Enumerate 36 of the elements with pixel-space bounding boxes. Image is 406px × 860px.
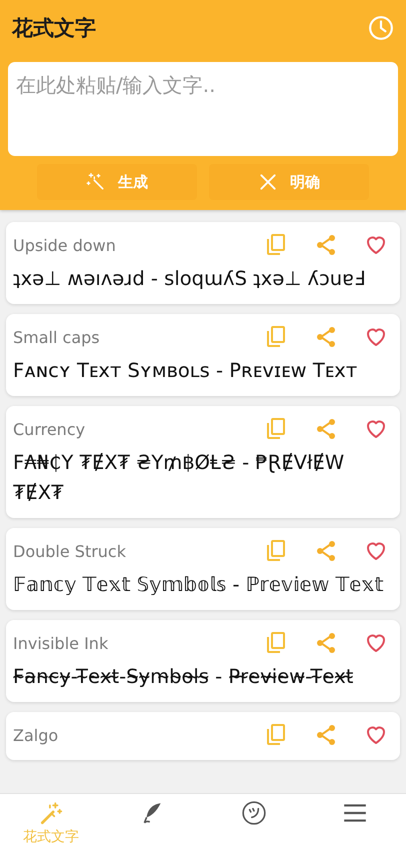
- preview-text: F₳₦₵Y ₮ɆX₮ ₴Y₥฿ØⱠ₴ - ₱ⱤɆVłɆW ₮ɆX₮: [13, 450, 346, 506]
- copy-icon[interactable]: [264, 325, 288, 349]
- style-card[interactable]: Invisible Ink F̴a̴n̴c̴y̴-T̴e̴x̴t̴-S̴y̴m̴b̴o̴l̴s̴ - P̴r̴e̴v̴i̴e̴w̴-T̴e̴x̴t̴: [6, 620, 400, 702]
- copy-icon[interactable]: [264, 233, 288, 257]
- style-name: Small caps: [13, 328, 100, 346]
- style-card[interactable]: Zalgo: [6, 712, 400, 760]
- preview-text: ʇxǝ⊥ ʍǝıʌǝɹd - sloqɯʎS ʇxǝ⊥ ʎɔuɐℲ: [13, 266, 366, 292]
- close-icon: [258, 172, 278, 192]
- style-name: Upside down: [13, 236, 116, 254]
- app-title: 花式文字: [12, 15, 96, 42]
- sparkle-wand-icon: [86, 172, 106, 192]
- style-name: Currency: [13, 420, 86, 438]
- share-icon[interactable]: [314, 233, 338, 257]
- history-clock-icon[interactable]: [368, 15, 394, 41]
- copy-icon[interactable]: [264, 417, 288, 441]
- style-card[interactable]: Double Struck 𝔽𝕒𝕟𝕔𝕪 𝕋𝕖𝕩𝕥 𝕊𝕪𝕞𝕓𝕠𝕝𝕤 - ℙ𝕣𝕖𝕧𝕚𝕖𝕨 𝕋𝕖𝕩𝕥: [6, 528, 400, 610]
- style-card[interactable]: Small caps Fᴀɴᴄʏ Tᴇxᴛ Sʏᴍʙᴏʟs - Pʀᴇᴠɪᴇᴡ Tᴇxᴛ: [6, 314, 400, 396]
- smiley-icon: [240, 800, 267, 826]
- preview-text: Fᴀɴᴄʏ Tᴇxᴛ Sʏᴍʙᴏʟs - Pʀᴇᴠɪᴇᴡ Tᴇxᴛ: [13, 358, 358, 384]
- style-card[interactable]: Currency F₳₦₵Y ₮ɆX₮ ₴Y₥฿ØⱠ₴ - ₱ⱤɆVłɆW ₮ɆX₮: [6, 406, 400, 518]
- style-card[interactable]: Upside down ʇxǝ⊥ ʍǝıʌǝɹd - sloqɯʎS ʇxǝ⊥ ʎɔuɐℲ: [6, 222, 400, 304]
- share-icon[interactable]: [314, 723, 338, 747]
- share-icon[interactable]: [314, 539, 338, 563]
- nav-label: 花式文字: [22, 828, 79, 846]
- style-name: Invisible Ink: [13, 634, 108, 652]
- share-icon[interactable]: [314, 325, 338, 349]
- style-name: Double Struck: [13, 542, 126, 560]
- copy-icon[interactable]: [264, 723, 288, 747]
- style-name: Zalgo: [13, 726, 58, 744]
- text-input-field[interactable]: 在此处粘贴/输入文字..: [8, 62, 398, 156]
- preview-text: F̴a̴n̴c̴y̴-T̴e̴x̴t̴-S̴y̴m̴b̴o̴l̴s̴ - P̴r̴e̴v̴i̴e̴w̴-T̴e̴x̴t̴: [13, 664, 354, 690]
- copy-icon[interactable]: [264, 539, 288, 563]
- preview-text: 𝔽𝕒𝕟𝕔𝕪 𝕋𝕖𝕩𝕥 𝕊𝕪𝕞𝕓𝕠𝕝𝕤 - ℙ𝕣𝕖𝕧𝕚𝕖𝕨 𝕋𝕖𝕩𝕥: [13, 572, 385, 598]
- copy-icon[interactable]: [264, 631, 288, 655]
- share-icon[interactable]: [314, 417, 338, 441]
- share-icon[interactable]: [314, 631, 338, 655]
